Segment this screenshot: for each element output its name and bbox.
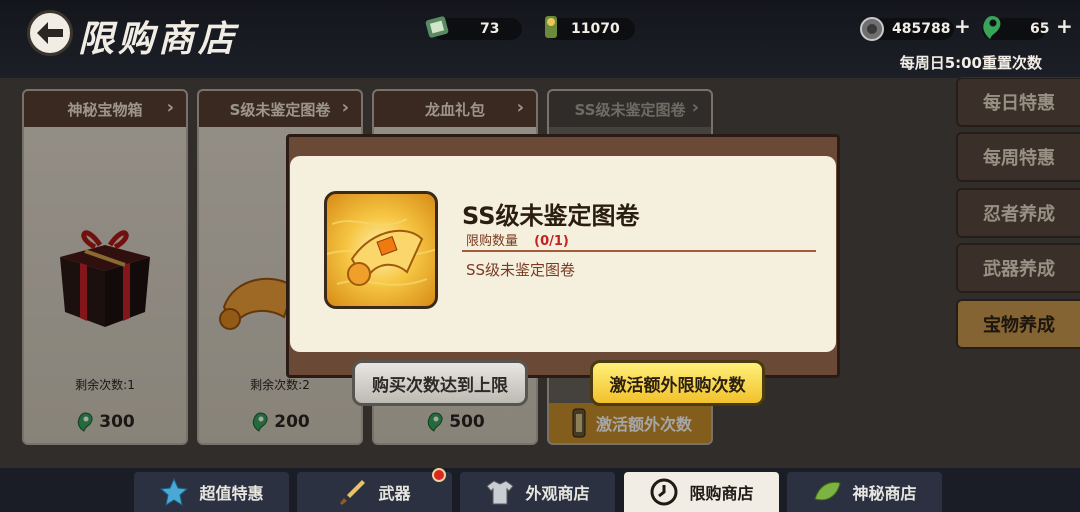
ss-scroll-item-icon — [324, 191, 438, 309]
top-bar: 限购商店 73 11070 485788 + 65 + 每周日5:00重置次数 — [0, 0, 1080, 78]
popup-divider — [462, 250, 816, 252]
nav-tab-weapons[interactable]: 武器 — [297, 468, 452, 512]
nav-tab-appearance[interactable]: 外观商店 — [460, 472, 615, 512]
nav-label: 超值特惠 — [199, 484, 264, 503]
popup-description: SS级未鉴定图卷 — [466, 261, 576, 279]
resource-ninja-coin: 11070 — [545, 16, 635, 40]
add-gem-button[interactable]: + — [1056, 14, 1073, 38]
ninja-coin-count: 11070 — [571, 21, 620, 37]
nav-label: 外观商店 — [525, 484, 590, 503]
resource-gem: 65 — [982, 16, 1050, 40]
purchase-limit-row: 限购数量 (0/1) — [466, 230, 569, 249]
shirt-icon — [486, 480, 515, 505]
purchase-limit-reached-button[interactable]: 购买次数达到上限 — [352, 360, 528, 406]
resource-scroll-ticket: 73 — [425, 16, 522, 40]
limit-value: (0/1) — [534, 234, 569, 249]
nav-tab-limited-shop[interactable]: 限购商店 — [624, 472, 779, 512]
popup-title: SS级未鉴定图卷 — [462, 202, 640, 230]
limit-label: 限购数量 — [466, 234, 519, 249]
notification-badge — [432, 468, 446, 482]
leaf-icon — [814, 481, 842, 501]
resource-silver-coin: 485788 — [860, 17, 954, 41]
star-icon — [160, 477, 189, 507]
scroll-ticket-icon — [425, 16, 449, 38]
page-title: 限购商店 — [78, 18, 239, 60]
nav-label: 神秘商店 — [852, 484, 917, 503]
silver-coin-count: 485788 — [892, 21, 951, 37]
nav-tab-mystery-shop[interactable]: 神秘商店 — [787, 472, 942, 512]
scroll-ticket-count: 73 — [480, 21, 500, 37]
gem-count: 65 — [1030, 21, 1050, 37]
activate-extra-limit-button[interactable]: 激活额外限购次数 — [590, 360, 765, 406]
sword-icon — [340, 480, 366, 505]
reset-note: 每周日5:00重置次数 — [899, 54, 1042, 72]
add-silver-button[interactable]: + — [954, 14, 971, 38]
back-arrow-icon — [37, 22, 63, 44]
nav-label: 武器 — [378, 484, 411, 503]
back-button[interactable] — [27, 10, 73, 56]
nav-tab-deals[interactable]: 超值特惠 — [134, 472, 289, 512]
ninja-coin-icon — [545, 16, 557, 38]
magatama-icon — [983, 16, 1001, 39]
clock-icon — [650, 478, 678, 506]
silver-coin-icon — [860, 17, 884, 41]
nav-label: 限购商店 — [689, 484, 754, 503]
